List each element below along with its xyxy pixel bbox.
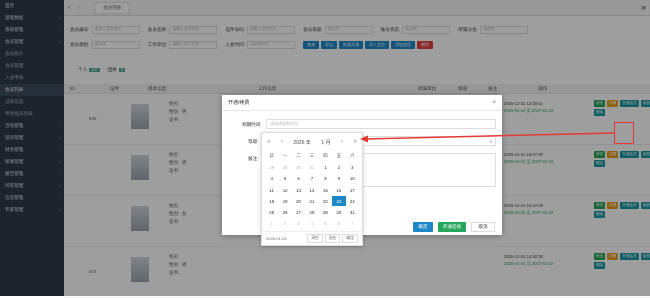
annotation-arrow [360,132,615,143]
